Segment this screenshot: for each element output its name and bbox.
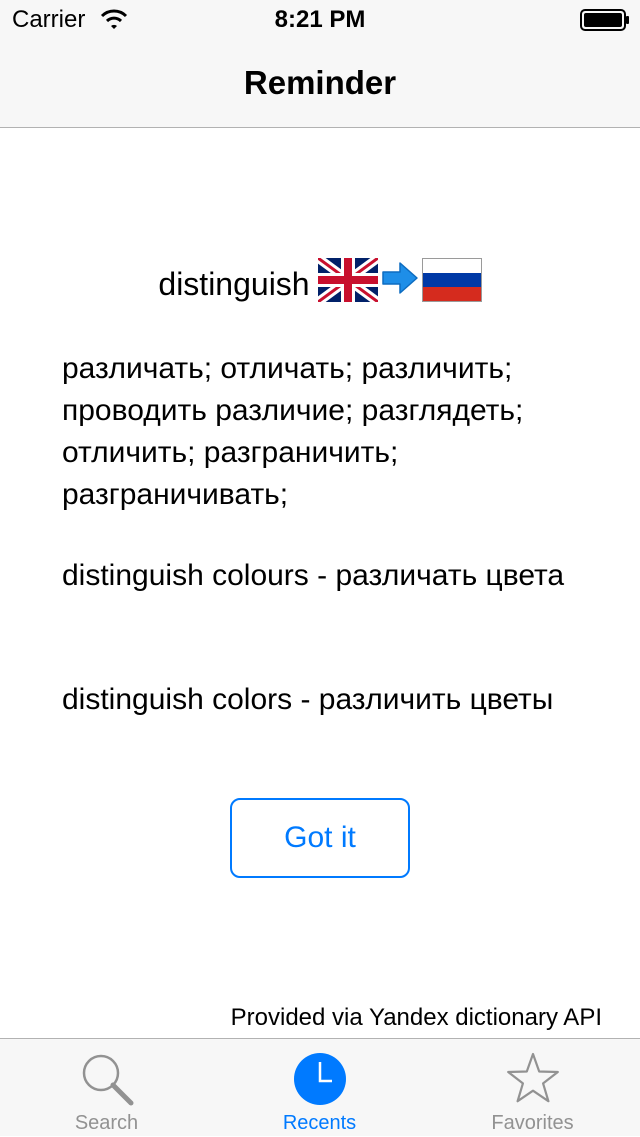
example-item: distinguish colors - различить цветы — [62, 683, 554, 716]
translations-text: различать; отличать; различить; проводит… — [62, 352, 524, 511]
headword: distinguish — [158, 266, 310, 302]
tab-favorites[interactable]: Favorites — [426, 1039, 639, 1137]
clock-time: 8:21 PM — [274, 6, 366, 33]
search-icon — [82, 1054, 133, 1106]
uk-flag-icon — [317, 258, 378, 302]
tab-label: Search — [74, 1112, 139, 1134]
clock-icon — [293, 1053, 346, 1105]
battery-icon — [580, 9, 629, 31]
russia-flag-icon — [421, 258, 482, 302]
got-it-button[interactable]: Got it — [230, 798, 410, 878]
navigation-bar: Reminder — [0, 40, 640, 128]
attribution-text: Provided via Yandex dictionary API — [230, 1004, 602, 1031]
tab-search[interactable]: Search — [0, 1039, 213, 1137]
page-title: Reminder — [243, 64, 397, 101]
right-arrow-icon — [381, 262, 418, 294]
tab-label: Favorites — [491, 1112, 574, 1134]
status-bar: Carrier 8:21 PM — [0, 0, 640, 40]
star-icon — [506, 1052, 559, 1103]
example-item: distinguish colours - различать цвета — [62, 559, 565, 592]
tab-label: Recents — [282, 1112, 357, 1134]
tab-recents[interactable]: Recents — [213, 1039, 426, 1137]
headword-row: distinguish — [0, 250, 640, 302]
tab-bar: Search Recents Favorites — [0, 1038, 640, 1136]
